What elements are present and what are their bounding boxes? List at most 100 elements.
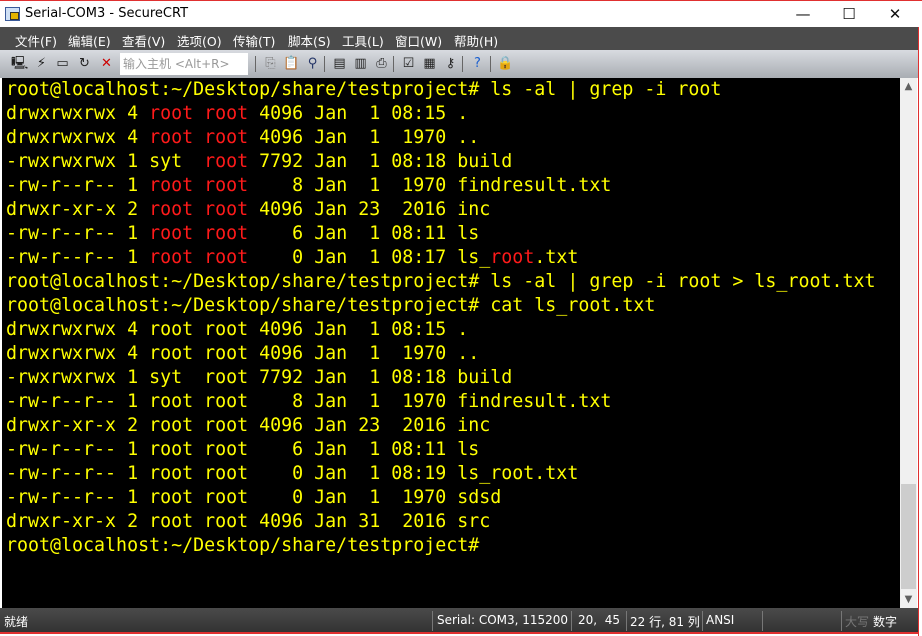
key-icon[interactable]: ⚷ — [442, 55, 459, 72]
terminal-text: -rw-r--r-- 1 — [6, 175, 150, 196]
terminal-line: -rw-r--r-- 1 root root 6 Jan 1 08:11 ls — [6, 222, 900, 246]
terminal-line: -rw-r--r-- 1 root root 0 Jan 1 08:19 ls_… — [6, 462, 900, 486]
menu-options[interactable]: 选项(O) — [177, 31, 222, 50]
terminal-line: drwxr-xr-x 2 root root 4096 Jan 23 2016 … — [6, 414, 900, 438]
quick-connect-icon[interactable]: ⚡ — [33, 55, 50, 72]
terminal-line: drwxrwxrwx 4 root root 4096 Jan 1 1970 .… — [6, 342, 900, 366]
find-icon[interactable]: ⚲ — [304, 55, 321, 72]
vertical-scrollbar[interactable]: ▲ ▼ — [900, 78, 917, 608]
highlighted-match: root root — [149, 247, 249, 268]
highlighted-match: root root — [149, 223, 249, 244]
print-icon[interactable]: ⎙ — [373, 55, 390, 72]
terminal-line: drwxr-xr-x 2 root root 4096 Jan 31 2016 … — [6, 510, 900, 534]
toolbar-divider — [393, 56, 394, 72]
menu-window[interactable]: 窗口(W) — [395, 31, 442, 50]
minimize-button[interactable]: — — [780, 1, 826, 27]
menu-file[interactable]: 文件(F) — [15, 31, 57, 50]
terminal-text: -rw-r--r-- 1 root root 8 Jan 1 1970 find… — [6, 391, 612, 412]
toolbar-divider — [490, 56, 491, 72]
terminal-line: -rw-r--r-- 1 root root 8 Jan 1 1970 find… — [6, 390, 900, 414]
highlighted-match: root root — [149, 199, 249, 220]
terminal-text: drwxrwxrwx 4 root root 4096 Jan 1 08:15 … — [6, 319, 469, 340]
terminal-line: drwxrwxrwx 4 root root 4096 Jan 1 1970 .… — [6, 126, 900, 150]
terminal-text: -rw-r--r-- 1 root root 0 Jan 1 08:19 ls_… — [6, 463, 579, 484]
reconnect-icon[interactable]: ↻ — [76, 55, 93, 72]
status-cursor-position: 20, 45 — [578, 613, 620, 627]
print-selection-icon[interactable]: ▥ — [352, 55, 369, 72]
paste-icon[interactable]: 📋 — [283, 55, 300, 72]
menu-tools[interactable]: 工具(L) — [342, 31, 384, 50]
status-divider — [762, 611, 763, 631]
securecrt-app-icon[interactable] — [5, 7, 20, 21]
terminal-text: 7792 Jan 1 08:18 build — [248, 151, 513, 172]
window-border — [918, 27, 919, 636]
terminal-text: drwxr-xr-x 2 root root 4096 Jan 23 2016 … — [6, 415, 491, 436]
scroll-down-arrow-icon[interactable]: ▼ — [900, 591, 917, 608]
scrollbar-thumb[interactable] — [901, 484, 916, 589]
host-input[interactable]: 输入主机 <Alt+R> — [120, 53, 248, 75]
terminal-text: root@localhost:~/Desktop/share/testproje… — [6, 79, 722, 100]
highlighted-match: root root — [149, 103, 249, 124]
terminal-text: drwxr-xr-x 2 root root 4096 Jan 31 2016 … — [6, 511, 491, 532]
menu-view[interactable]: 查看(V) — [122, 31, 165, 50]
copy-icon[interactable]: ⎘ — [262, 55, 279, 72]
menu-bar: 文件(F) 编辑(E) 查看(V) 选项(O) 传输(T) 脚本(S) 工具(L… — [0, 27, 918, 50]
lock-icon[interactable]: 🔒 — [497, 55, 514, 72]
terminal-output[interactable]: root@localhost:~/Desktop/share/testproje… — [2, 78, 900, 608]
terminal-text: -rwxrwxrwx 1 syt root 7792 Jan 1 08:18 b… — [6, 367, 513, 388]
toolbar: 🖳 ⚡ ▭ ↻ ✕ 输入主机 <Alt+R> ⎘ 📋 ⚲ ▤ ▥ ⎙ ☑ ▦ ⚷… — [0, 50, 918, 78]
terminal-line: -rwxrwxrwx 1 syt root 7792 Jan 1 08:18 b… — [6, 150, 900, 174]
menu-edit[interactable]: 编辑(E) — [68, 31, 111, 50]
terminal-text: drwxrwxrwx 4 root root 4096 Jan 1 1970 .… — [6, 343, 480, 364]
terminal-text: root@localhost:~/Desktop/share/testproje… — [6, 535, 480, 556]
disconnect-icon[interactable]: ✕ — [98, 55, 115, 72]
scroll-up-arrow-icon[interactable]: ▲ — [900, 78, 917, 95]
status-connection: Serial: COM3, 115200 — [437, 613, 569, 627]
terminal-line: root@localhost:~/Desktop/share/testproje… — [6, 270, 900, 294]
terminal-line: -rw-r--r-- 1 root root 8 Jan 1 1970 find… — [6, 174, 900, 198]
connect-icon[interactable]: 🖳 — [11, 55, 28, 72]
print-setup-icon[interactable]: ▤ — [331, 55, 348, 72]
terminal-line: drwxrwxrwx 4 root root 4096 Jan 1 08:15 … — [6, 318, 900, 342]
connect-tab-icon[interactable]: ▭ — [54, 55, 71, 72]
terminal-text: .txt — [534, 247, 579, 268]
terminal-text: 8 Jan 1 1970 findresult.txt — [248, 175, 612, 196]
terminal-text: drwxr-xr-x 2 — [6, 199, 150, 220]
terminal-text: -rw-r--r-- 1 root root 6 Jan 1 08:11 ls — [6, 439, 480, 460]
terminal-text: root@localhost:~/Desktop/share/testproje… — [6, 295, 656, 316]
status-divider — [841, 611, 842, 631]
status-divider — [702, 611, 703, 631]
terminal-text: 4096 Jan 1 08:15 . — [248, 103, 469, 124]
status-ready: 就绪 — [4, 615, 29, 629]
status-encoding: ANSI — [706, 613, 735, 627]
terminal-text: 4096 Jan 23 2016 inc — [248, 199, 491, 220]
status-divider — [626, 611, 627, 631]
status-divider — [432, 611, 433, 631]
session-options-icon[interactable]: ☑ — [400, 55, 417, 72]
menu-script[interactable]: 脚本(S) — [288, 31, 331, 50]
terminal-text: 0 Jan 1 08:17 ls_ — [248, 247, 491, 268]
menu-help[interactable]: 帮助(H) — [454, 31, 498, 50]
toolbar-divider — [462, 56, 463, 72]
toolbar-divider — [324, 56, 325, 72]
highlighted-match: root — [490, 247, 535, 268]
close-button[interactable]: ✕ — [872, 1, 918, 27]
terminal-line: root@localhost:~/Desktop/share/testproje… — [6, 294, 900, 318]
maximize-button[interactable]: ☐ — [826, 1, 872, 27]
terminal-line: -rw-r--r-- 1 root root 6 Jan 1 08:11 ls — [6, 438, 900, 462]
help-icon[interactable]: ? — [469, 55, 486, 72]
terminal-text: root@localhost:~/Desktop/share/testproje… — [6, 271, 876, 292]
terminal-line: drwxrwxrwx 4 root root 4096 Jan 1 08:15 … — [6, 102, 900, 126]
menu-transfer[interactable]: 传输(T) — [233, 31, 275, 50]
status-terminal-size: 22 行, 81 列 — [630, 615, 700, 629]
status-divider — [571, 611, 572, 631]
terminal-line: root@localhost:~/Desktop/share/testproje… — [6, 78, 900, 102]
highlighted-match: root — [204, 151, 249, 172]
status-bar: 就绪 Serial: COM3, 115200 20, 45 22 行, 81 … — [0, 608, 918, 634]
terminal-text: 4096 Jan 1 1970 .. — [248, 127, 480, 148]
terminal-line: drwxr-xr-x 2 root root 4096 Jan 23 2016 … — [6, 198, 900, 222]
window-title: Serial-COM3 - SecureCRT — [25, 6, 189, 21]
keymap-icon[interactable]: ▦ — [421, 55, 438, 72]
terminal-line: -rwxrwxrwx 1 syt root 7792 Jan 1 08:18 b… — [6, 366, 900, 390]
terminal-text: drwxrwxrwx 4 — [6, 103, 150, 124]
